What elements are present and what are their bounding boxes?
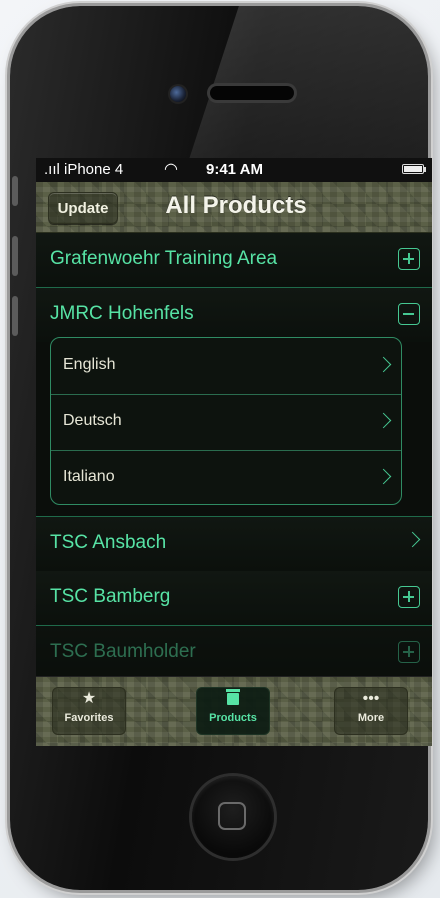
status-time: 9:41 AM bbox=[206, 161, 263, 178]
wifi-icon: ◠ bbox=[164, 161, 178, 178]
tab-bar: ★ Favorites Products ••• More bbox=[36, 676, 432, 746]
list-item-ansbach[interactable]: TSC Ansbach bbox=[36, 516, 432, 572]
tab-products[interactable]: Products bbox=[196, 687, 270, 735]
sublist-item-english[interactable]: English bbox=[51, 338, 401, 395]
update-button[interactable]: Update bbox=[48, 192, 118, 224]
list-item-hohenfels[interactable]: JMRC Hohenfels bbox=[36, 288, 432, 342]
minus-icon[interactable] bbox=[398, 303, 420, 325]
carrier-signal: .ııl iPhone 4 bbox=[44, 161, 124, 178]
home-button[interactable] bbox=[192, 776, 274, 858]
page-title: All Products bbox=[165, 192, 307, 219]
hohenfels-sublist: English Deutsch Italiano bbox=[50, 337, 402, 505]
list-item-grafenwoehr[interactable]: Grafenwoehr Training Area bbox=[36, 233, 432, 288]
list-item-baumholder[interactable]: TSC Baumholder bbox=[36, 626, 432, 676]
tab-favorites[interactable]: ★ Favorites bbox=[52, 687, 126, 735]
list-item-label: JMRC Hohenfels bbox=[50, 303, 194, 324]
list-item-label: TSC Baumholder bbox=[50, 641, 196, 662]
sublist-item-label: Deutsch bbox=[63, 412, 122, 429]
earpiece-speaker bbox=[210, 86, 294, 100]
status-bar: .ııl iPhone 4 ◠ 9:41 AM bbox=[36, 158, 432, 182]
battery-icon bbox=[402, 164, 426, 174]
screen: .ııl iPhone 4 ◠ 9:41 AM Update All Produ… bbox=[36, 158, 432, 746]
list-item-label: TSC Ansbach bbox=[50, 532, 167, 553]
sublist-item-italiano[interactable]: Italiano bbox=[51, 450, 401, 504]
list-item-label: TSC Bamberg bbox=[50, 586, 171, 607]
volume-up-button bbox=[12, 236, 18, 276]
chevron-right-icon bbox=[375, 356, 392, 373]
chevron-right-icon bbox=[375, 412, 392, 429]
navigation-bar: Update All Products bbox=[36, 182, 432, 233]
more-icon: ••• bbox=[362, 690, 380, 707]
chevron-right-icon bbox=[375, 468, 392, 485]
tab-label: Products bbox=[209, 712, 257, 724]
plus-icon[interactable] bbox=[398, 641, 420, 663]
chevron-right-icon bbox=[404, 531, 421, 548]
front-camera bbox=[170, 86, 186, 102]
sublist-item-deutsch[interactable]: Deutsch bbox=[51, 394, 401, 451]
tab-label: Favorites bbox=[64, 712, 114, 724]
volume-down-button bbox=[12, 296, 18, 336]
list-item-bamberg[interactable]: TSC Bamberg bbox=[36, 571, 432, 626]
plus-icon[interactable] bbox=[398, 248, 420, 270]
sublist-item-label: English bbox=[63, 356, 116, 373]
product-list[interactable]: Grafenwoehr Training Area JMRC Hohenfels… bbox=[36, 233, 432, 676]
list-item-label: Grafenwoehr Training Area bbox=[50, 248, 278, 269]
mute-switch bbox=[12, 176, 18, 206]
star-icon: ★ bbox=[81, 690, 97, 707]
battery-fill bbox=[404, 166, 422, 172]
sublist-item-label: Italiano bbox=[63, 468, 115, 485]
plus-icon[interactable] bbox=[398, 586, 420, 608]
tab-label: More bbox=[357, 712, 385, 724]
home-button-icon bbox=[218, 802, 246, 830]
products-icon bbox=[197, 688, 269, 708]
tab-more[interactable]: ••• More bbox=[334, 687, 408, 735]
